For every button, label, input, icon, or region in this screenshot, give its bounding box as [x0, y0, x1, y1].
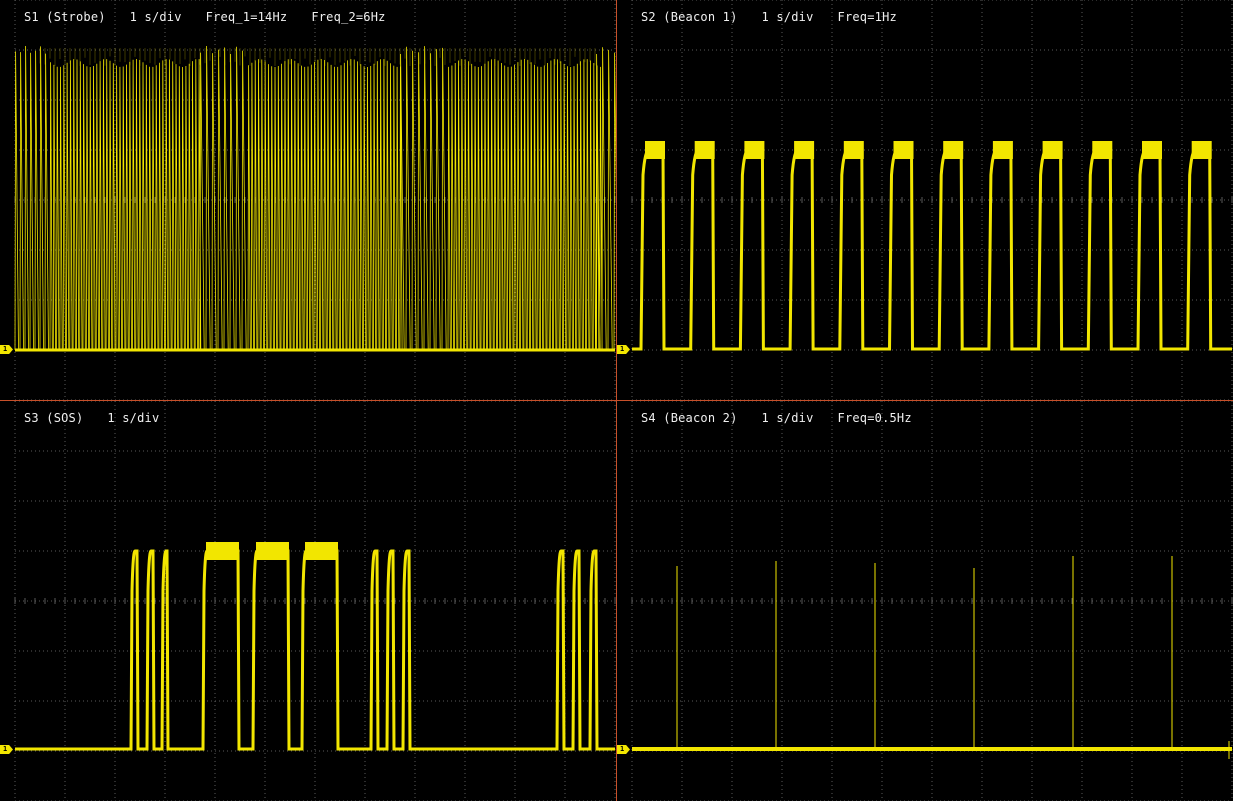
waveform-display-s4	[631, 401, 1233, 801]
pulse-top	[1042, 141, 1063, 159]
pulse-top	[992, 141, 1013, 159]
graticule	[14, 401, 616, 801]
channel-label: S2 (Beacon 1)	[641, 10, 738, 24]
pulse-top	[305, 542, 338, 560]
panel-divider-horizontal	[0, 400, 1233, 401]
pulse-top	[1142, 141, 1162, 159]
pulse-top	[744, 141, 765, 159]
scope-panel-s4: S4 (Beacon 2) 1 s/div Freq=0.5Hz 1	[617, 401, 1233, 801]
waveform-display-s1	[14, 0, 616, 400]
pulse-top	[256, 542, 289, 560]
channel-label: S1 (Strobe)	[24, 10, 106, 24]
channel-label: S3 (SOS)	[24, 411, 84, 425]
pulse-top	[893, 141, 914, 159]
timebase-label: 1 s/div	[761, 10, 814, 24]
pulse-top	[843, 141, 864, 159]
panel-title-s2: S2 (Beacon 1) 1 s/div Freq=1Hz	[641, 10, 921, 24]
scope-panel-s1: S1 (Strobe) 1 s/div Freq_1=14Hz Freq_2=6Hz …	[0, 0, 616, 400]
waveform-display-s3	[14, 401, 616, 801]
freq-label: Freq=0.5Hz	[837, 411, 912, 425]
scope-panel-s2: S2 (Beacon 1) 1 s/div Freq=1Hz 1	[617, 0, 1233, 400]
panel-title-s1: S1 (Strobe) 1 s/div Freq_1=14Hz Freq_2=6Hz	[24, 10, 410, 24]
pulse-top	[1092, 141, 1113, 159]
freq-label: Freq=1Hz	[837, 10, 897, 24]
graticule	[631, 401, 1233, 801]
timebase-label: 1 s/div	[129, 10, 182, 24]
freq-2-label: Freq_2=6Hz	[311, 10, 386, 24]
timebase-label: 1 s/div	[107, 411, 160, 425]
freq-1-label: Freq_1=14Hz	[205, 10, 288, 24]
graticule	[631, 0, 1233, 400]
timebase-label: 1 s/div	[761, 411, 814, 425]
pulse-top	[694, 141, 715, 159]
pulse-top	[206, 542, 239, 560]
pulse-top	[1191, 141, 1212, 159]
scope-panel-s3: S3 (SOS) 1 s/div 1	[0, 401, 616, 801]
pulse-top	[794, 141, 815, 159]
pulse-top	[645, 141, 665, 159]
waveform-display-s2	[631, 0, 1233, 400]
panel-title-s3: S3 (SOS) 1 s/div	[24, 411, 183, 425]
panel-title-s4: S4 (Beacon 2) 1 s/div Freq=0.5Hz	[641, 411, 936, 425]
channel-label: S4 (Beacon 2)	[641, 411, 738, 425]
pulse-top	[943, 141, 964, 159]
